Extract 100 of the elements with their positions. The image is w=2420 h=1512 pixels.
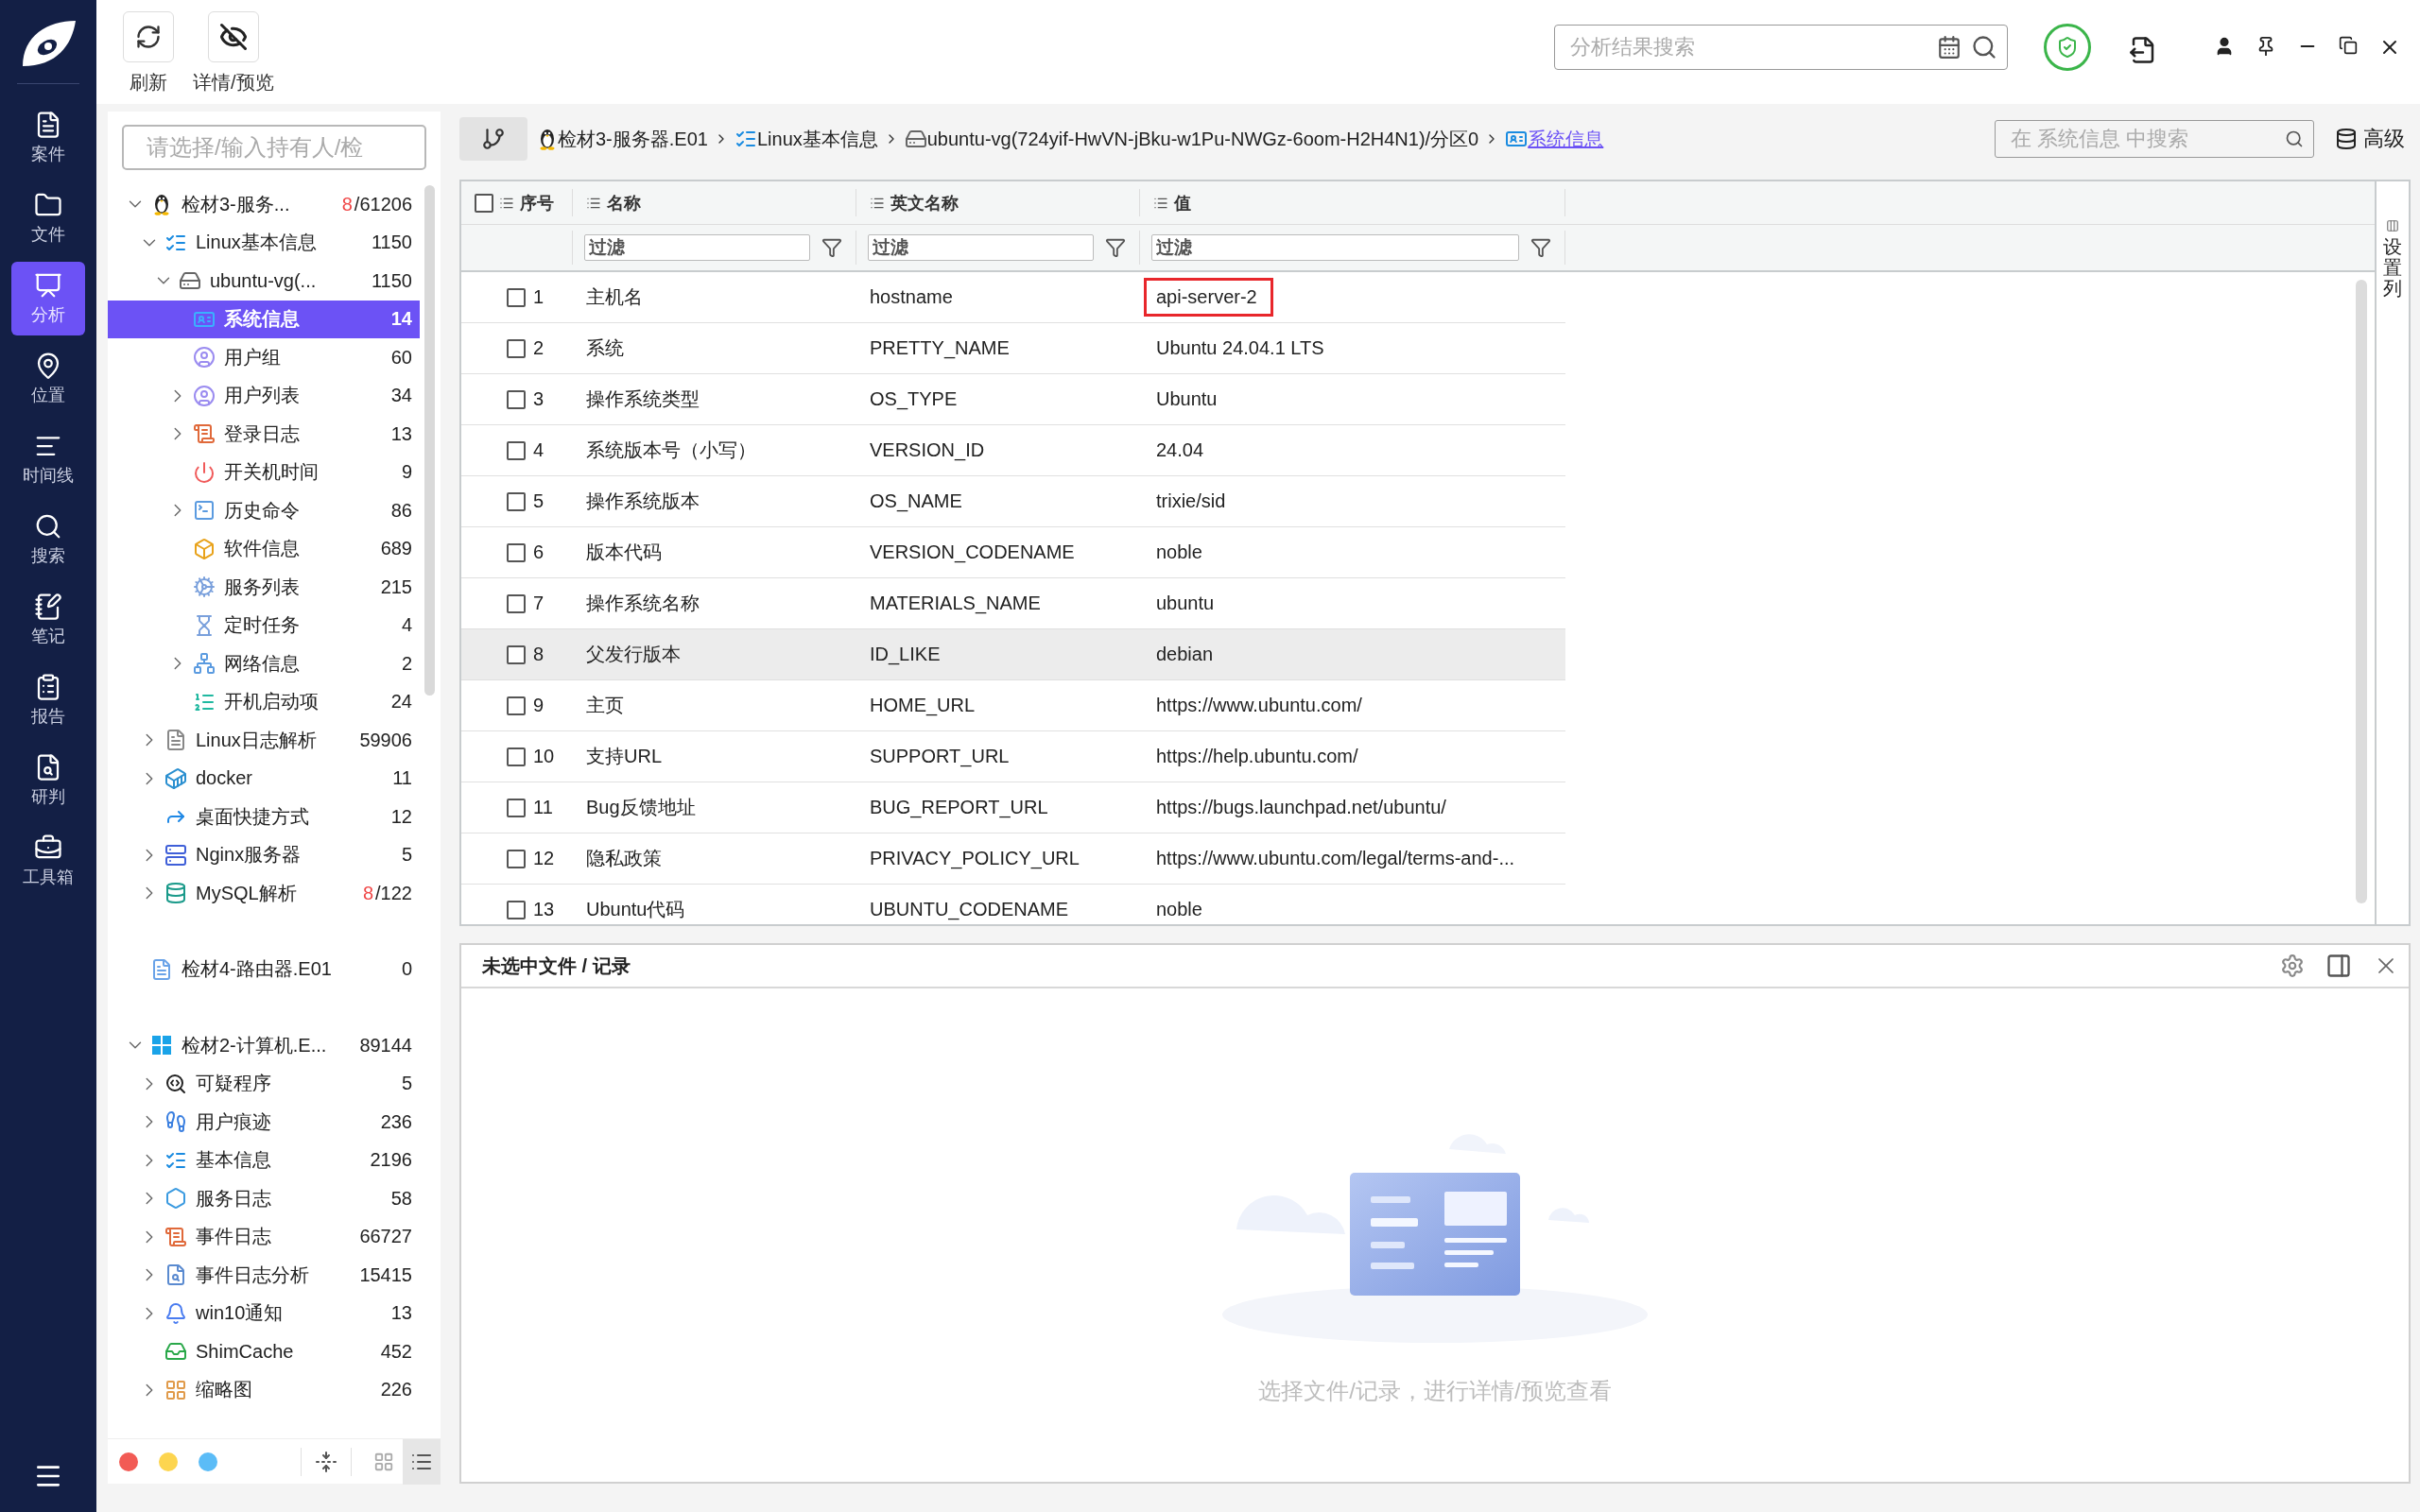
nav-item[interactable]: 笔记 — [11, 583, 85, 657]
toolbar-button[interactable] — [123, 11, 174, 62]
tree-item[interactable]: docker 11 — [108, 759, 420, 798]
collapse-icon[interactable] — [315, 1450, 337, 1473]
tree-item[interactable]: ubuntu-vg(... 1150 — [108, 262, 420, 301]
breadcrumb-link[interactable]: ubuntu-vg(724yif-HwVN-jBku-w1Pu-NWGz-6oom-H2H4N1)/分区0 — [926, 126, 1479, 152]
row-checkbox[interactable] — [507, 747, 526, 766]
row-checkbox[interactable] — [507, 542, 526, 562]
table-cell-text: 主机名 — [585, 285, 644, 309]
filter-field[interactable]: 过滤 — [1151, 234, 1519, 261]
column-header[interactable]: 序号 — [520, 191, 554, 215]
tree-item[interactable]: 用户列表 34 — [108, 376, 420, 415]
row-checkbox[interactable] — [507, 287, 526, 307]
tree-item[interactable]: 登录日志 13 — [108, 415, 420, 454]
nav-item[interactable]: 分析 — [11, 262, 85, 335]
breadcrumb-link[interactable]: Linux基本信息 — [756, 126, 878, 152]
tree-item[interactable]: 桌面快捷方式 12 — [108, 798, 420, 836]
filter-field[interactable]: 过滤 — [868, 234, 1094, 261]
table-cell-text: noble — [1155, 541, 1203, 564]
row-checkbox[interactable] — [507, 593, 526, 613]
color-filter-dot[interactable] — [199, 1452, 217, 1471]
tree-item[interactable]: 服务列表 215 — [108, 568, 420, 607]
tree-item[interactable]: 用户痕迹 236 — [108, 1103, 420, 1142]
color-filter-dot[interactable] — [159, 1452, 178, 1471]
table-cell: api-server-2 — [1144, 278, 1273, 317]
toolbar-button[interactable] — [207, 11, 259, 62]
breadcrumb-link[interactable]: 检材3-服务器.E01 — [558, 126, 708, 152]
tree-item[interactable]: 事件日志 66727 — [108, 1217, 420, 1256]
branch-button[interactable] — [459, 117, 527, 161]
nav-item[interactable]: 搜索 — [11, 503, 85, 576]
row-checkbox[interactable] — [507, 491, 526, 511]
search-field[interactable]: 分析结果搜索 — [1568, 34, 1927, 60]
row-checkbox[interactable] — [507, 389, 526, 409]
tree-item[interactable]: MySQL解析 8/122 — [108, 874, 420, 913]
nav-item[interactable]: 案件 — [11, 101, 85, 175]
tree-item[interactable]: Linux日志解析 59906 — [108, 721, 420, 760]
tree-item[interactable]: 缩略图 226 — [108, 1370, 420, 1409]
filter-icon[interactable] — [1105, 237, 1126, 258]
nav-item[interactable]: 文件 — [11, 181, 85, 255]
table-cell-text: 操作系统版本 — [585, 490, 700, 513]
row-checkbox[interactable] — [507, 696, 526, 715]
tree-item[interactable]: 开机启动项 24 — [108, 682, 420, 721]
advanced-button[interactable]: 高级 — [2329, 124, 2411, 154]
search-box[interactable]: 分析结果搜索 — [1554, 25, 2008, 70]
table-search-field[interactable]: 在 系统信息 中搜索 — [2009, 126, 2285, 152]
document-search-icon — [164, 1263, 187, 1287]
tree-item[interactable]: 系统信息 14 — [108, 300, 420, 338]
column-header[interactable]: 英文名称 — [890, 191, 959, 215]
tree-item[interactable]: 网络信息 2 — [108, 644, 420, 683]
settings-icon[interactable] — [2280, 954, 2305, 978]
panel-toggle-icon[interactable] — [2325, 953, 2352, 979]
item-count: 5 — [401, 844, 412, 867]
nav-item[interactable]: 位置 — [11, 342, 85, 416]
nav-item[interactable]: 工具箱 — [11, 824, 85, 898]
column-header[interactable]: 名称 — [607, 191, 641, 215]
tree-item[interactable]: ShimCache 452 — [108, 1332, 420, 1371]
filter-field[interactable]: 过滤 — [584, 234, 810, 261]
tree-item[interactable]: 软件信息 689 — [108, 529, 420, 568]
tree-item[interactable]: 检材3-服务... 8/61206 — [108, 185, 420, 224]
table-row[interactable]: 8 父发行版本 ID_LIKE debian — [461, 629, 1565, 680]
owner-select[interactable]: 请选择/输入持有人/检 — [122, 125, 426, 170]
tree-item[interactable]: Linux基本信息 1150 — [108, 223, 420, 262]
row-checkbox[interactable] — [507, 338, 526, 358]
tree-item[interactable]: Nginx服务器 5 — [108, 835, 420, 874]
tree-item[interactable]: 服务日志 58 — [108, 1179, 420, 1218]
shield-icon — [2056, 36, 2079, 59]
index-cell: 11 — [533, 797, 553, 818]
tree-item[interactable]: 检材4-路由器.E01 0 — [108, 950, 420, 988]
row-checkbox[interactable] — [507, 798, 526, 817]
scrollbar-thumb[interactable] — [2356, 280, 2367, 903]
tree-item[interactable]: 可疑程序 5 — [108, 1064, 420, 1103]
tree-item[interactable]: win10通知 13 — [108, 1294, 420, 1332]
row-checkbox[interactable] — [507, 900, 526, 919]
column-header[interactable]: 值 — [1174, 191, 1191, 215]
breadcrumb-link[interactable]: 系统信息 — [1528, 126, 1604, 152]
tree-item[interactable]: 事件日志分析 15415 — [108, 1256, 420, 1295]
table-search-box[interactable]: 在 系统信息 中搜索 — [1995, 120, 2314, 158]
select-all-checkbox[interactable] — [475, 193, 493, 213]
nav-item[interactable]: 研判 — [11, 744, 85, 817]
filter-icon[interactable] — [821, 237, 842, 258]
column-settings-tab[interactable]: 设置列 — [2375, 181, 2409, 924]
nav-item[interactable]: 时间线 — [11, 422, 85, 496]
table-cell-text: trixie/sid — [1155, 490, 1227, 513]
tree-item[interactable]: 检材2-计算机.E... 89144 — [108, 1026, 420, 1065]
tree-item[interactable]: 基本信息 2196 — [108, 1141, 420, 1179]
scrollbar-thumb[interactable] — [424, 185, 435, 696]
view-toggle-button[interactable] — [403, 1438, 441, 1485]
filter-icon[interactable] — [1530, 237, 1551, 258]
nav-item[interactable]: 报告 — [11, 663, 85, 737]
tree-item[interactable]: 开关机时间 9 — [108, 453, 420, 491]
tree-item[interactable]: 用户组 60 — [108, 338, 420, 377]
shield-button[interactable] — [2044, 24, 2091, 71]
row-checkbox[interactable] — [507, 644, 526, 664]
color-filter-dot[interactable] — [119, 1452, 138, 1471]
restore-icon[interactable] — [2339, 36, 2358, 55]
tree-item[interactable]: 定时任务 4 — [108, 606, 420, 644]
table-cell-text: Ubuntu — [1155, 387, 1219, 411]
tree-item[interactable]: 历史命令 86 — [108, 491, 420, 530]
row-checkbox[interactable] — [507, 849, 526, 868]
row-checkbox[interactable] — [507, 440, 526, 460]
